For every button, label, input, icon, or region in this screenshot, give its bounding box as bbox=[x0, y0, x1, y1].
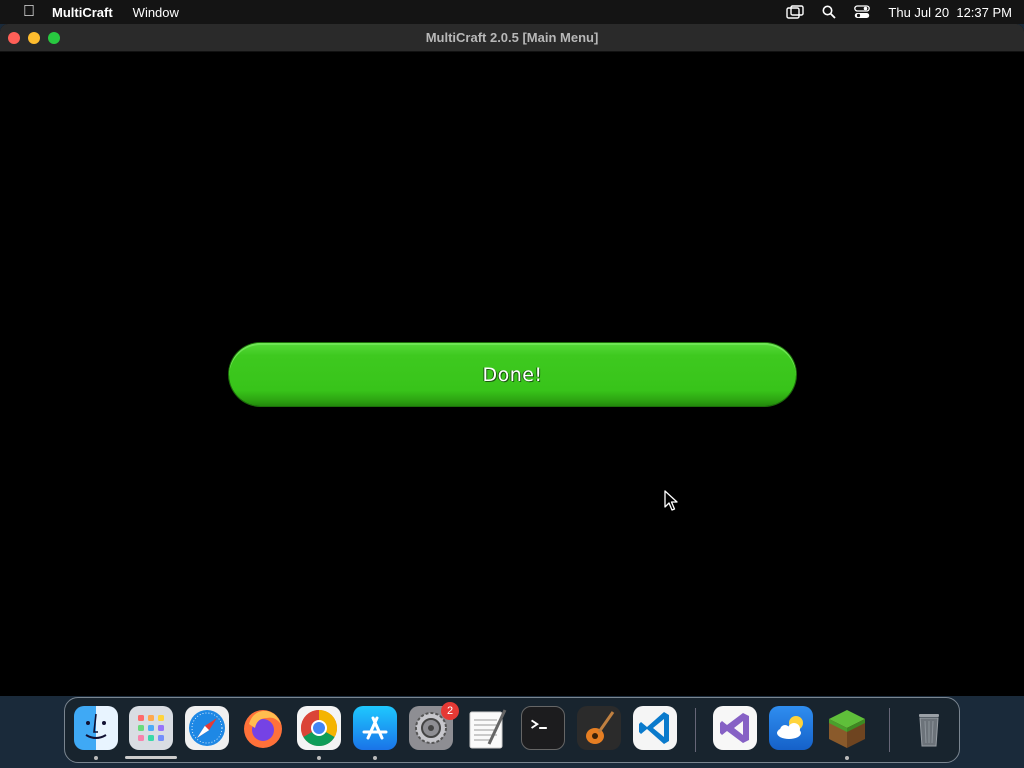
multicraft-running-indicator bbox=[845, 756, 849, 760]
trash-icon[interactable] bbox=[907, 706, 951, 750]
visual-studio-icon[interactable] bbox=[713, 706, 757, 750]
apple-menu-icon[interactable]:  bbox=[14, 3, 44, 21]
weather-icon[interactable] bbox=[769, 706, 813, 750]
dock-separator bbox=[889, 708, 890, 752]
finder-running-indicator bbox=[94, 756, 98, 760]
terminal-icon[interactable] bbox=[521, 706, 565, 750]
settings-notification-badge: 2 bbox=[441, 702, 459, 720]
game-canvas[interactable]: Done! bbox=[0, 52, 1024, 696]
menu-app-name[interactable]: MultiCraft bbox=[52, 5, 113, 20]
zoom-window-button[interactable] bbox=[48, 32, 60, 44]
multicraft-window: MultiCraft 2.0.5 [Main Menu] Done! bbox=[0, 24, 1024, 696]
screen-mirroring-icon[interactable] bbox=[786, 5, 805, 19]
menu-bar:  MultiCraft Window Thu Jul 20 12:37 PM bbox=[0, 0, 1024, 24]
minimize-window-button[interactable] bbox=[28, 32, 40, 44]
menu-extras: Thu Jul 20 12:37 PM bbox=[786, 5, 1012, 20]
dock-separator bbox=[695, 708, 696, 752]
dock: 2 bbox=[64, 697, 960, 763]
finder-icon[interactable] bbox=[74, 706, 118, 750]
close-window-button[interactable] bbox=[8, 32, 20, 44]
textedit-icon[interactable] bbox=[465, 706, 509, 750]
app-store-running-indicator bbox=[373, 756, 377, 760]
app-store-icon[interactable] bbox=[353, 706, 397, 750]
dock-launchpad-indicator bbox=[125, 756, 177, 759]
menu-clock[interactable]: Thu Jul 20 12:37 PM bbox=[888, 5, 1012, 20]
mouse-cursor-icon bbox=[664, 490, 678, 517]
done-button[interactable]: Done! bbox=[229, 343, 796, 406]
vscode-icon[interactable] bbox=[633, 706, 677, 750]
window-title: MultiCraft 2.0.5 [Main Menu] bbox=[425, 30, 599, 45]
garageband-icon[interactable] bbox=[577, 706, 621, 750]
chrome-icon[interactable] bbox=[297, 706, 341, 750]
launchpad-icon[interactable] bbox=[129, 706, 173, 750]
safari-icon[interactable] bbox=[185, 706, 229, 750]
multicraft-icon[interactable] bbox=[825, 706, 869, 750]
menu-window[interactable]: Window bbox=[133, 5, 179, 20]
control-center-icon[interactable] bbox=[854, 5, 871, 19]
firefox-icon[interactable] bbox=[241, 706, 285, 750]
window-titlebar[interactable]: MultiCraft 2.0.5 [Main Menu] bbox=[0, 24, 1024, 52]
window-controls bbox=[8, 32, 60, 44]
chrome-running-indicator bbox=[317, 756, 321, 760]
spotlight-search-icon[interactable] bbox=[822, 5, 837, 19]
